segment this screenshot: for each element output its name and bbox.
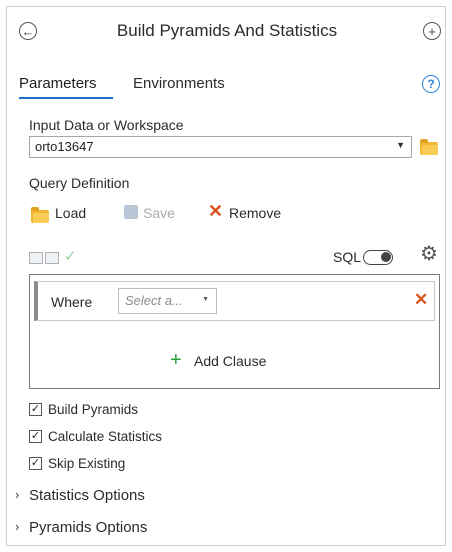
add-clause-button[interactable]: Add Clause — [194, 353, 266, 369]
pyramids-options-section[interactable]: Pyramids Options — [29, 519, 147, 536]
field-select[interactable]: Select a... ▼ — [118, 288, 217, 314]
field-select-arrow-icon[interactable]: ▼ — [202, 296, 209, 303]
build-pyramids-checkbox[interactable]: ✓ — [29, 403, 42, 416]
load-button[interactable]: Load — [55, 205, 86, 221]
add-icon[interactable]: + — [423, 22, 441, 40]
help-icon[interactable]: ? — [422, 75, 440, 93]
remove-icon: ✕ — [208, 201, 224, 221]
tab-environments[interactable]: Environments — [133, 75, 225, 92]
validate-check-icon[interactable]: ✓ — [64, 247, 77, 265]
settings-gear-icon[interactable]: ⚙ — [420, 244, 438, 264]
calculate-statistics-label: Calculate Statistics — [48, 429, 163, 444]
save-button[interactable]: Save — [143, 205, 175, 221]
query-builder: Where Select a... ▼ ✕ + Add Clause — [29, 274, 440, 389]
calculate-statistics-checkbox[interactable]: ✓ — [29, 430, 42, 443]
input-data-value: orto13647 — [35, 139, 94, 154]
input-data-field[interactable]: orto13647 ▼ — [29, 136, 412, 158]
where-label: Where — [51, 294, 93, 310]
active-tab-indicator — [19, 97, 113, 99]
browse-folder-icon[interactable] — [420, 139, 438, 155]
indent-left-icon[interactable] — [29, 252, 43, 264]
geoprocessing-pane: ← Build Pyramids And Statistics + Parame… — [6, 6, 446, 546]
chevron-right-icon[interactable]: › — [15, 519, 19, 534]
skip-existing-label: Skip Existing — [48, 456, 126, 471]
sql-label: SQL — [333, 249, 362, 265]
tab-parameters[interactable]: Parameters — [19, 75, 97, 92]
chevron-right-icon[interactable]: › — [15, 487, 19, 502]
field-select-placeholder: Select a... — [125, 293, 183, 308]
indent-right-icon[interactable] — [45, 252, 59, 264]
remove-button[interactable]: Remove — [229, 205, 281, 221]
tool-title: Build Pyramids And Statistics — [116, 21, 338, 40]
remove-clause-icon[interactable]: ✕ — [414, 290, 428, 310]
dropdown-arrow-icon[interactable]: ▼ — [396, 140, 405, 150]
query-definition-label: Query Definition — [29, 175, 130, 191]
add-clause-icon: + — [170, 349, 182, 371]
save-icon — [124, 205, 138, 219]
sql-toggle-knob — [381, 252, 391, 262]
sql-toggle[interactable] — [363, 250, 393, 265]
where-clause-row: Where Select a... ▼ ✕ — [34, 281, 435, 321]
input-data-label: Input Data or Workspace — [29, 117, 184, 133]
load-folder-icon — [31, 207, 49, 223]
skip-existing-checkbox[interactable]: ✓ — [29, 457, 42, 470]
statistics-options-section[interactable]: Statistics Options — [29, 487, 145, 504]
build-pyramids-label: Build Pyramids — [48, 402, 139, 417]
